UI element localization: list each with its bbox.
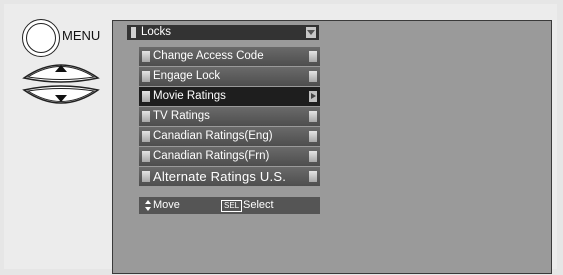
item-left-marker (142, 171, 150, 182)
up-arrow-button[interactable] (22, 56, 100, 84)
item-left-marker (142, 51, 150, 62)
help-bar: Move SEL Select (139, 197, 320, 214)
item-right-marker (309, 171, 317, 182)
menu-item-label: Movie Ratings (153, 90, 226, 102)
menu-item-engage-lock[interactable]: Engage Lock (139, 67, 320, 86)
menu-title-bar[interactable]: Locks (127, 25, 319, 40)
menu-item-label: TV Ratings (153, 110, 210, 122)
item-right-marker (309, 71, 317, 82)
item-right-marker (309, 51, 317, 62)
tv-screen: Locks Change Access Code Engage Lock Mov… (112, 20, 552, 274)
menu-item-label: Canadian Ratings(Frn) (153, 150, 270, 162)
item-right-marker (309, 131, 317, 142)
select-hint: Select (243, 199, 274, 211)
menu-button-icon[interactable] (22, 19, 60, 57)
item-left-marker (142, 131, 150, 142)
item-right-marker (309, 111, 317, 122)
item-right-marker (309, 151, 317, 162)
diagram-frame: MENU Locks Change Access Code Engage Loc… (4, 4, 557, 274)
menu-item-alternate-ratings-us[interactable]: Alternate Ratings U.S. (139, 167, 320, 186)
up-arrow-icon (22, 64, 100, 83)
down-arrow-icon (22, 85, 100, 104)
move-hint: Move (153, 199, 180, 211)
updown-arrows-icon (145, 200, 151, 211)
menu-button-label: MENU (62, 28, 101, 43)
item-left-marker (142, 151, 150, 162)
item-left-marker (142, 91, 150, 102)
menu-item-canadian-ratings-frn[interactable]: Canadian Ratings(Frn) (139, 147, 320, 166)
locks-menu-list: Change Access Code Engage Lock Movie Rat… (139, 47, 320, 187)
menu-item-change-access-code[interactable]: Change Access Code (139, 47, 320, 66)
menu-item-tv-ratings[interactable]: TV Ratings (139, 107, 320, 126)
sel-key-icon: SEL (221, 200, 243, 212)
right-arrow-icon (309, 91, 317, 102)
menu-item-label: Change Access Code (153, 50, 264, 62)
menu-title: Locks (141, 26, 172, 38)
item-left-marker (142, 71, 150, 82)
menu-item-label: Canadian Ratings(Eng) (153, 130, 273, 142)
title-marker (131, 27, 136, 38)
menu-item-label: Engage Lock (153, 70, 221, 82)
menu-item-canadian-ratings-eng[interactable]: Canadian Ratings(Eng) (139, 127, 320, 146)
down-arrow-button[interactable] (22, 84, 100, 112)
menu-item-movie-ratings[interactable]: Movie Ratings (139, 87, 320, 106)
menu-item-label: Alternate Ratings U.S. (153, 169, 287, 184)
dropdown-arrow-icon (306, 27, 316, 38)
item-left-marker (142, 111, 150, 122)
